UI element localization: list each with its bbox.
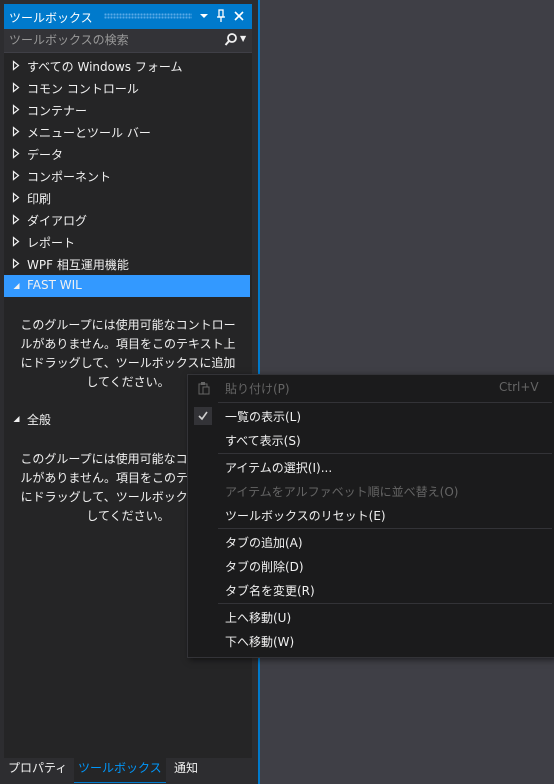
- close-icon: [234, 11, 244, 21]
- checkmark-icon: [198, 411, 208, 421]
- expand-arrow-icon: [12, 170, 20, 181]
- search-input[interactable]: [9, 32, 219, 48]
- menu-separator: [218, 453, 552, 454]
- group-label: WPF 相互運用機能: [27, 258, 129, 272]
- check-indicator: [194, 407, 212, 425]
- tab-label: 通知: [174, 761, 199, 775]
- group-label: すべての Windows フォーム: [27, 60, 183, 74]
- toolbox-group-menus-toolbars[interactable]: メニューとツール バー: [4, 121, 250, 143]
- group-label: メニューとツール バー: [27, 126, 151, 140]
- toolbox-group-wpf-interop[interactable]: WPF 相互運用機能: [4, 253, 250, 275]
- toolbox-group-reporting[interactable]: レポート: [4, 231, 250, 253]
- expand-arrow-icon: [12, 82, 20, 93]
- pin-button[interactable]: [213, 8, 229, 24]
- message-line: ルがありません。項目をこのテキスト上: [20, 337, 236, 351]
- menu-item-show-all[interactable]: すべて表示(S): [188, 429, 554, 451]
- menu-item-move-down[interactable]: 下へ移動(W): [188, 630, 554, 652]
- menu-item-label: すべて表示(S): [225, 434, 301, 448]
- search-icon[interactable]: [224, 32, 238, 48]
- toolbox-group-components[interactable]: コンポーネント: [4, 165, 250, 187]
- menu-item-label: 一覧の表示(L): [225, 410, 302, 424]
- expand-arrow-icon: [12, 214, 20, 225]
- expand-arrow-icon: [12, 104, 20, 115]
- collapse-arrow-icon: [13, 283, 20, 289]
- menu-item-label: ツールボックスのリセット(E): [225, 509, 386, 523]
- menu-separator: [218, 528, 552, 529]
- toolbox-group-containers[interactable]: コンテナー: [4, 99, 250, 121]
- dropdown-arrow-icon: [200, 14, 208, 18]
- toolbox-group-common-controls[interactable]: コモン コントロール: [4, 77, 250, 99]
- toolbox-title: ツールボックス: [9, 11, 93, 25]
- expand-arrow-icon: [12, 148, 20, 159]
- menu-item-list-view[interactable]: 一覧の表示(L): [188, 405, 554, 427]
- tab-label: ツールボックス: [78, 761, 162, 775]
- expand-arrow-icon: [12, 236, 20, 247]
- group-label: コンテナー: [27, 104, 88, 118]
- menu-item-paste[interactable]: 貼り付け(P) Ctrl+V: [188, 377, 554, 399]
- menu-item-label: タブの追加(A): [225, 536, 303, 550]
- collapse-arrow-icon: [13, 416, 20, 422]
- paste-icon: [198, 382, 210, 395]
- menu-item-choose-items[interactable]: アイテムの選択(I)...: [188, 456, 554, 478]
- menu-item-move-up[interactable]: 上へ移動(U): [188, 606, 554, 628]
- toolbox-group-fast-wil[interactable]: FAST WIL: [4, 275, 250, 297]
- menu-item-sort-alphabetically[interactable]: アイテムをアルファベット順に並べ替え(O): [188, 480, 554, 502]
- menu-item-shortcut: Ctrl+V: [499, 380, 539, 394]
- menu-item-label: 上へ移動(U): [225, 611, 292, 625]
- menu-item-label: アイテムをアルファベット順に並べ替え(O): [225, 485, 459, 499]
- expand-arrow-icon: [12, 60, 20, 71]
- pin-icon: [217, 9, 225, 22]
- group-label: データ: [27, 148, 64, 162]
- close-button[interactable]: [231, 8, 247, 24]
- group-label: 全般: [27, 413, 52, 427]
- search-options-dropdown-icon[interactable]: ▼: [240, 34, 246, 43]
- group-label: コンポーネント: [27, 170, 112, 184]
- group-label: 印刷: [27, 192, 52, 206]
- message-line: このグループには使用可能なコントロー: [20, 318, 236, 332]
- expand-arrow-icon: [12, 126, 20, 137]
- context-menu: 貼り付け(P) Ctrl+V 一覧の表示(L) すべて表示(S) アイテムの選択…: [187, 374, 554, 658]
- menu-item-delete-tab[interactable]: タブの削除(D): [188, 555, 554, 577]
- toolbox-titlebar[interactable]: ツールボックス: [4, 4, 252, 29]
- menu-item-reset-toolbox[interactable]: ツールボックスのリセット(E): [188, 504, 554, 526]
- menu-item-label: 貼り付け(P): [225, 382, 290, 396]
- expand-arrow-icon: [12, 192, 20, 203]
- message-line: にドラッグして、ツールボックスに追加: [20, 356, 236, 370]
- tab-toolbox[interactable]: ツールボックス: [74, 758, 166, 783]
- expand-arrow-icon: [12, 258, 20, 269]
- group-label: ダイアログ: [27, 214, 88, 228]
- bottom-tab-strip: プロパティ ツールボックス 通知: [4, 758, 252, 784]
- window-menu-button[interactable]: [196, 8, 212, 24]
- group-label: FAST WIL: [27, 278, 82, 292]
- tab-properties[interactable]: プロパティ: [4, 758, 71, 782]
- group-label: コモン コントロール: [27, 82, 139, 96]
- menu-item-rename-tab[interactable]: タブ名を変更(R): [188, 579, 554, 601]
- menu-item-label: アイテムの選択(I)...: [225, 461, 333, 475]
- toolbox-group-printing[interactable]: 印刷: [4, 187, 250, 209]
- tab-label: プロパティ: [8, 761, 68, 775]
- drag-grip[interactable]: [104, 13, 192, 19]
- menu-item-label: タブの削除(D): [225, 560, 304, 574]
- menu-item-add-tab[interactable]: タブの追加(A): [188, 531, 554, 553]
- toolbox-group-all-windows-forms[interactable]: すべての Windows フォーム: [4, 55, 250, 77]
- menu-separator: [218, 603, 552, 604]
- tab-notifications[interactable]: 通知: [170, 758, 202, 782]
- toolbox-group-data[interactable]: データ: [4, 143, 250, 165]
- toolbox-group-dialogs[interactable]: ダイアログ: [4, 209, 250, 231]
- toolbox-search: ▼: [4, 29, 252, 53]
- menu-item-label: 下へ移動(W): [225, 635, 295, 649]
- menu-separator: [218, 402, 552, 403]
- group-label: レポート: [27, 236, 76, 250]
- menu-item-label: タブ名を変更(R): [225, 584, 315, 598]
